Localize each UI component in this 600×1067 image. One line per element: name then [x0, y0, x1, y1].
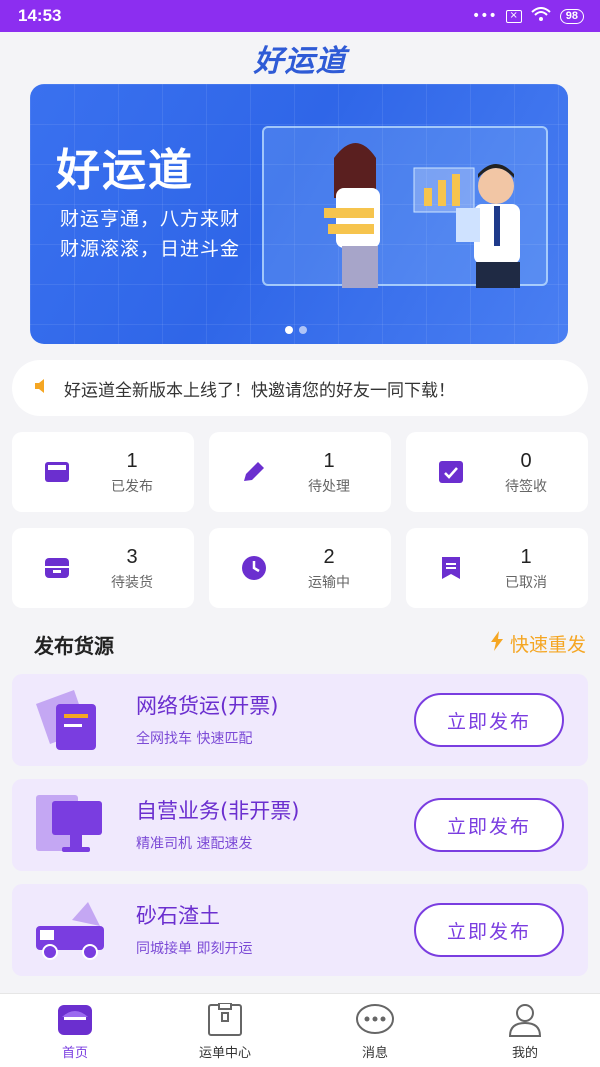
- nav-messages[interactable]: 消息: [300, 994, 450, 1067]
- publish-title: 网络货运(开票): [136, 694, 279, 718]
- banner-title: 好运道: [56, 145, 194, 196]
- publish-title: 自营业务(非开票): [136, 799, 300, 823]
- publish-subtitle: 同城接单 即刻开运: [136, 941, 253, 957]
- stat-count: 2: [323, 546, 335, 568]
- speaker-icon: [34, 378, 50, 398]
- notice-bar[interactable]: 好运道全新版本上线了！快邀请您的好友一同下载！: [12, 360, 588, 416]
- publish-card-gravel[interactable]: 砂石渣土 同城接单 即刻开运 立即发布: [12, 884, 588, 976]
- profile-icon: [505, 1002, 545, 1038]
- publish-card-network[interactable]: 网络货运(开票) 全网找车 快速匹配 立即发布: [12, 674, 588, 766]
- banner-slogan-1: 财运亨通，八方来财: [60, 208, 241, 230]
- carousel-dot[interactable]: [285, 326, 293, 334]
- stat-to-load[interactable]: 3 待装货: [12, 528, 194, 608]
- truck-icon: [34, 896, 106, 964]
- publish-title: 砂石渣土: [136, 904, 220, 928]
- load-icon: [44, 556, 70, 580]
- clock-icon: [241, 556, 267, 580]
- nav-home[interactable]: 首页: [0, 994, 150, 1067]
- battery-icon: 98: [559, 8, 584, 24]
- stat-count: 3: [126, 546, 138, 568]
- nav-waybill[interactable]: 运单中心: [150, 994, 300, 1067]
- quick-repost-label: 快速重发: [509, 634, 586, 656]
- status-time: 14:53: [18, 6, 62, 25]
- app-header: 好运道: [0, 32, 600, 84]
- promo-banner[interactable]: 好运道 财运亨通，八方来财 财源滚滚，日进斗金: [30, 84, 568, 344]
- stat-published[interactable]: 1 已发布: [12, 432, 194, 512]
- sim-icon: ×: [505, 9, 522, 23]
- stat-label: 运输中: [308, 575, 350, 591]
- carousel-indicator: [285, 326, 307, 334]
- banner-slogan-2: 财源滚滚，日进斗金: [60, 238, 241, 260]
- nav-label: 运单中心: [198, 1046, 251, 1061]
- nav-label: 消息: [361, 1046, 388, 1061]
- quick-repost-button[interactable]: 快速重发: [490, 630, 586, 657]
- bottom-nav: 首页 运单中心 消息 我的: [0, 993, 600, 1067]
- stat-label: 已取消: [505, 575, 547, 591]
- stat-pending[interactable]: 1 待处理: [209, 432, 391, 512]
- stat-cancelled[interactable]: 1 已取消: [406, 528, 588, 608]
- publish-now-button[interactable]: 立即发布: [414, 903, 564, 957]
- stat-count: 0: [520, 450, 532, 472]
- stat-in-transit[interactable]: 2 运输中: [209, 528, 391, 608]
- section-title: 发布货源: [34, 634, 114, 658]
- stat-label: 待处理: [308, 479, 350, 495]
- publish-now-button[interactable]: 立即发布: [414, 798, 564, 852]
- sign-icon: [438, 460, 464, 484]
- publish-card-self[interactable]: 自营业务(非开票) 精准司机 速配速发 立即发布: [12, 779, 588, 871]
- notice-text: 好运道全新版本上线了！快邀请您的好友一同下载！: [64, 380, 455, 401]
- publish-now-button[interactable]: 立即发布: [414, 693, 564, 747]
- nav-label: 我的: [511, 1046, 538, 1061]
- stat-count: 1: [126, 450, 138, 472]
- stat-count: 1: [323, 450, 335, 472]
- message-icon: [355, 1002, 395, 1038]
- cancel-icon: [438, 556, 464, 580]
- banner-illustration: [262, 126, 548, 288]
- nav-profile[interactable]: 我的: [450, 994, 600, 1067]
- stat-to-sign[interactable]: 0 待签收: [406, 432, 588, 512]
- stat-label: 待签收: [505, 479, 547, 495]
- signal-dots: •••: [471, 8, 497, 24]
- lightning-icon: [490, 631, 504, 656]
- pencil-icon: [241, 460, 267, 484]
- status-icons: ••• × 98: [472, 7, 584, 25]
- app-logo: 好运道: [253, 45, 347, 78]
- monitor-icon: [34, 791, 106, 859]
- publish-subtitle: 全网找车 快速匹配: [136, 731, 253, 747]
- stat-label: 已发布: [111, 479, 153, 495]
- published-icon: [44, 460, 70, 484]
- carousel-dot[interactable]: [299, 326, 307, 334]
- nav-label: 首页: [61, 1046, 88, 1061]
- status-bar: 14:53 ••• × 98: [0, 0, 600, 32]
- wifi-icon: [531, 7, 551, 25]
- document-icon: [34, 686, 106, 754]
- publish-subtitle: 精准司机 速配速发: [136, 836, 253, 852]
- home-icon: [55, 1002, 95, 1038]
- waybill-icon: [205, 1002, 245, 1038]
- stat-label: 待装货: [111, 575, 153, 591]
- stat-count: 1: [520, 546, 532, 568]
